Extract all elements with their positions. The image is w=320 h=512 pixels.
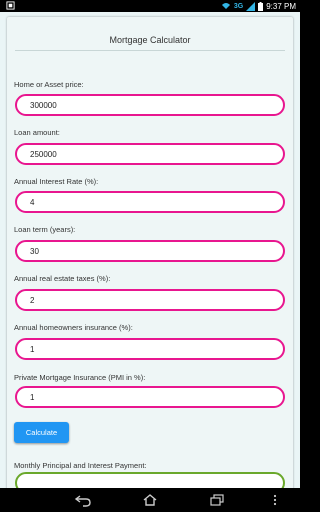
real-estate-taxes-label: Annual real estate taxes (%): bbox=[14, 274, 111, 283]
monthly-payment-output[interactable] bbox=[30, 478, 270, 488]
status-bar: 3G 9:37 PM bbox=[0, 0, 300, 12]
back-icon[interactable] bbox=[74, 493, 92, 507]
interest-rate-input[interactable] bbox=[30, 197, 270, 208]
menu-icon[interactable] bbox=[272, 493, 278, 507]
wifi-icon bbox=[221, 3, 230, 9]
monthly-payment-label: Monthly Principal and Interest Payment: bbox=[14, 461, 147, 470]
loan-term-field[interactable] bbox=[15, 240, 285, 262]
real-estate-taxes-field[interactable] bbox=[15, 289, 285, 311]
signal-icon bbox=[246, 1, 256, 11]
loan-term-input[interactable] bbox=[30, 246, 270, 257]
homeowners-insurance-input[interactable] bbox=[30, 344, 270, 355]
interest-rate-field[interactable] bbox=[15, 191, 285, 213]
monthly-payment-field[interactable] bbox=[15, 472, 285, 488]
page-title: Mortgage Calculator bbox=[109, 35, 191, 45]
title-divider bbox=[15, 50, 285, 51]
calculate-button[interactable]: Calculate bbox=[14, 422, 69, 443]
loan-term-label: Loan term (years): bbox=[14, 225, 76, 234]
navigation-bar bbox=[0, 488, 300, 512]
notification-icon bbox=[6, 1, 15, 10]
clock: 9:37 PM bbox=[266, 1, 296, 11]
real-estate-taxes-input[interactable] bbox=[30, 295, 270, 306]
homeowners-insurance-field[interactable] bbox=[15, 338, 285, 360]
loan-amount-input[interactable] bbox=[30, 149, 270, 160]
battery-icon bbox=[258, 1, 264, 11]
loan-amount-label: Loan amount: bbox=[14, 128, 60, 137]
pmi-input[interactable] bbox=[30, 392, 270, 403]
interest-rate-label: Annual Interest Rate (%): bbox=[14, 177, 99, 186]
app-screen: Mortgage Calculator Home or Asset price:… bbox=[0, 12, 300, 488]
calculator-card: Mortgage Calculator Home or Asset price:… bbox=[7, 17, 293, 488]
home-price-label: Home or Asset price: bbox=[14, 80, 84, 89]
network-type: 3G bbox=[233, 2, 244, 10]
loan-amount-field[interactable] bbox=[15, 143, 285, 165]
homeowners-insurance-label: Annual homeowners insurance (%): bbox=[14, 323, 133, 332]
pmi-label: Private Mortgage Insurance (PMI in %): bbox=[14, 373, 146, 382]
recent-apps-icon[interactable] bbox=[208, 493, 226, 507]
home-icon[interactable] bbox=[141, 493, 159, 507]
pmi-field[interactable] bbox=[15, 386, 285, 408]
home-price-field[interactable] bbox=[15, 94, 285, 116]
home-price-input[interactable] bbox=[30, 100, 270, 111]
